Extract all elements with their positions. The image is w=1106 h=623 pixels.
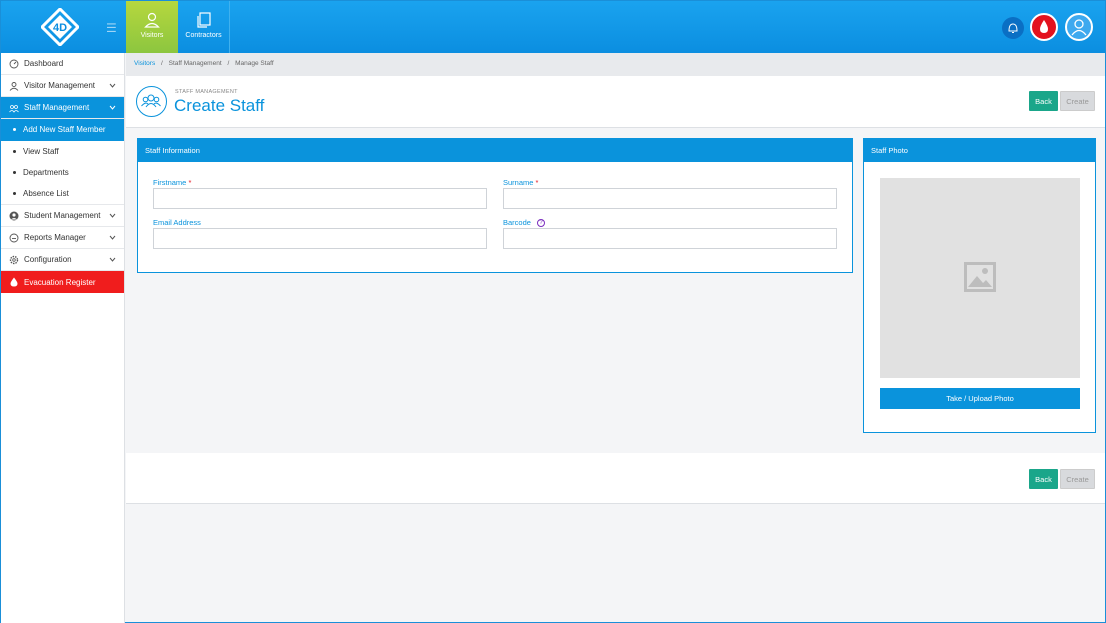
sidebar-subitem-add-new-staff-member[interactable]: Add New Staff Member [1, 119, 124, 141]
nav-tab-label: Contractors [185, 32, 222, 39]
section-label: STAFF MANAGEMENT [175, 89, 238, 95]
sidebar-subitem-absence-list[interactable]: Absence List [1, 184, 124, 205]
firstname-input[interactable] [153, 188, 487, 209]
bullet-dot-icon [13, 149, 16, 153]
sidebar-item-label: Visitor Management [24, 81, 95, 90]
field-label-text: Surname [503, 178, 534, 187]
sidebar-item-label: Reports Manager [24, 233, 86, 242]
reports-icon [9, 233, 19, 242]
breadcrumb-link-visitors[interactable]: Visitors [134, 60, 155, 67]
breadcrumb-item-staff-management[interactable]: Staff Management [169, 60, 222, 67]
chevron-down-icon [109, 213, 116, 218]
field-label-text: Firstname [153, 178, 187, 187]
sidebar: Dashboard Visitor Management Staff Manag… [1, 53, 125, 623]
sidebar-item-configuration[interactable]: Configuration [1, 249, 124, 271]
bullet-dot-icon [13, 128, 16, 132]
breadcrumb-separator: / [227, 60, 230, 67]
create-button[interactable]: Create [1060, 469, 1095, 489]
footer-action-bar: Back Create [126, 453, 1105, 504]
sidebar-item-label: Absence List [23, 189, 69, 199]
take-upload-photo-button[interactable]: Take / Upload Photo [880, 388, 1080, 409]
bullet-dot-icon [13, 192, 16, 196]
barcode-input[interactable] [503, 228, 837, 249]
nav-tab-visitors[interactable]: Visitors [126, 1, 178, 53]
create-button[interactable]: Create [1060, 91, 1095, 111]
breadcrumb: Visitors / Staff Management / Manage Sta… [126, 53, 1105, 76]
sidebar-item-label: Student Management [24, 211, 101, 220]
sidebar-item-label: Add New Staff Member [23, 125, 106, 135]
sidebar-item-label: View Staff [23, 146, 59, 156]
page-title: Create Staff [174, 96, 265, 115]
staff-icon [9, 104, 19, 113]
surname-input[interactable] [503, 188, 837, 209]
back-button[interactable]: Back [1029, 91, 1058, 111]
panel-title: Staff Photo [864, 139, 1095, 162]
help-question-icon[interactable]: ? [537, 219, 546, 228]
sidebar-subitem-view-staff[interactable]: View Staff [1, 141, 124, 163]
email-label: Email Address [153, 218, 201, 227]
surname-label: Surname * [503, 178, 538, 187]
nav-tab-contractors[interactable]: Contractors [178, 1, 230, 53]
student-icon [9, 211, 19, 220]
barcode-label: Barcode ? [503, 218, 546, 228]
chevron-down-icon [109, 83, 116, 88]
sidebar-item-reports-manager[interactable]: Reports Manager [1, 227, 124, 249]
person-icon [9, 81, 19, 91]
fire-icon [10, 277, 18, 287]
chevron-down-icon [109, 105, 116, 110]
person-icon [144, 12, 160, 28]
logo-text: 4D [53, 22, 67, 34]
firstname-label: Firstname * [153, 178, 191, 187]
photo-preview [880, 178, 1080, 378]
sidebar-item-label: Configuration [24, 255, 72, 264]
hamburger-menu-icon[interactable]: ☰ [106, 21, 117, 35]
sidebar-item-label: Evacuation Register [24, 277, 96, 287]
gear-icon [9, 255, 19, 264]
sidebar-item-evacuation-register[interactable]: Evacuation Register [1, 271, 124, 293]
sidebar-item-label: Staff Management [24, 103, 90, 112]
chevron-down-icon [109, 235, 116, 240]
sidebar-item-dashboard[interactable]: Dashboard [1, 53, 124, 75]
logo-4d[interactable]: 4D [41, 8, 79, 46]
required-mark: * [188, 178, 192, 187]
notifications-bell-icon[interactable] [1002, 17, 1024, 39]
sidebar-item-student-management[interactable]: Student Management [1, 205, 124, 227]
sidebar-item-label: Dashboard [24, 59, 64, 68]
breadcrumb-separator: / [161, 60, 163, 67]
user-avatar-icon[interactable] [1065, 13, 1093, 41]
sidebar-subitem-departments[interactable]: Departments [1, 162, 124, 184]
sidebar-item-staff-management[interactable]: Staff Management [1, 97, 124, 119]
evacuation-fire-icon[interactable] [1030, 13, 1058, 41]
breadcrumb-item-current: Manage Staff [235, 60, 274, 67]
panel-title: Staff Information [138, 139, 852, 162]
staff-information-panel: Staff Information Firstname * Surname * … [137, 138, 853, 273]
image-placeholder-icon [964, 262, 996, 292]
dashboard-icon [9, 59, 19, 68]
bullet-dot-icon [13, 171, 16, 175]
field-label-text: Barcode [503, 218, 531, 227]
required-mark: * [535, 178, 539, 187]
sidebar-item-label: Departments [23, 168, 69, 178]
nav-tab-label: Visitors [140, 32, 164, 39]
back-button[interactable]: Back [1029, 469, 1058, 489]
staff-photo-panel: Staff Photo Take / Upload Photo [863, 138, 1096, 433]
documents-icon [196, 12, 211, 28]
top-bar: 4D ☰ Visitors Contractors [1, 1, 1105, 53]
email-input[interactable] [153, 228, 487, 249]
chevron-down-icon [109, 257, 116, 262]
page-header: STAFF MANAGEMENT Create Staff Back Creat… [126, 76, 1105, 128]
staff-group-icon [136, 86, 167, 117]
sidebar-item-visitor-management[interactable]: Visitor Management [1, 75, 124, 97]
